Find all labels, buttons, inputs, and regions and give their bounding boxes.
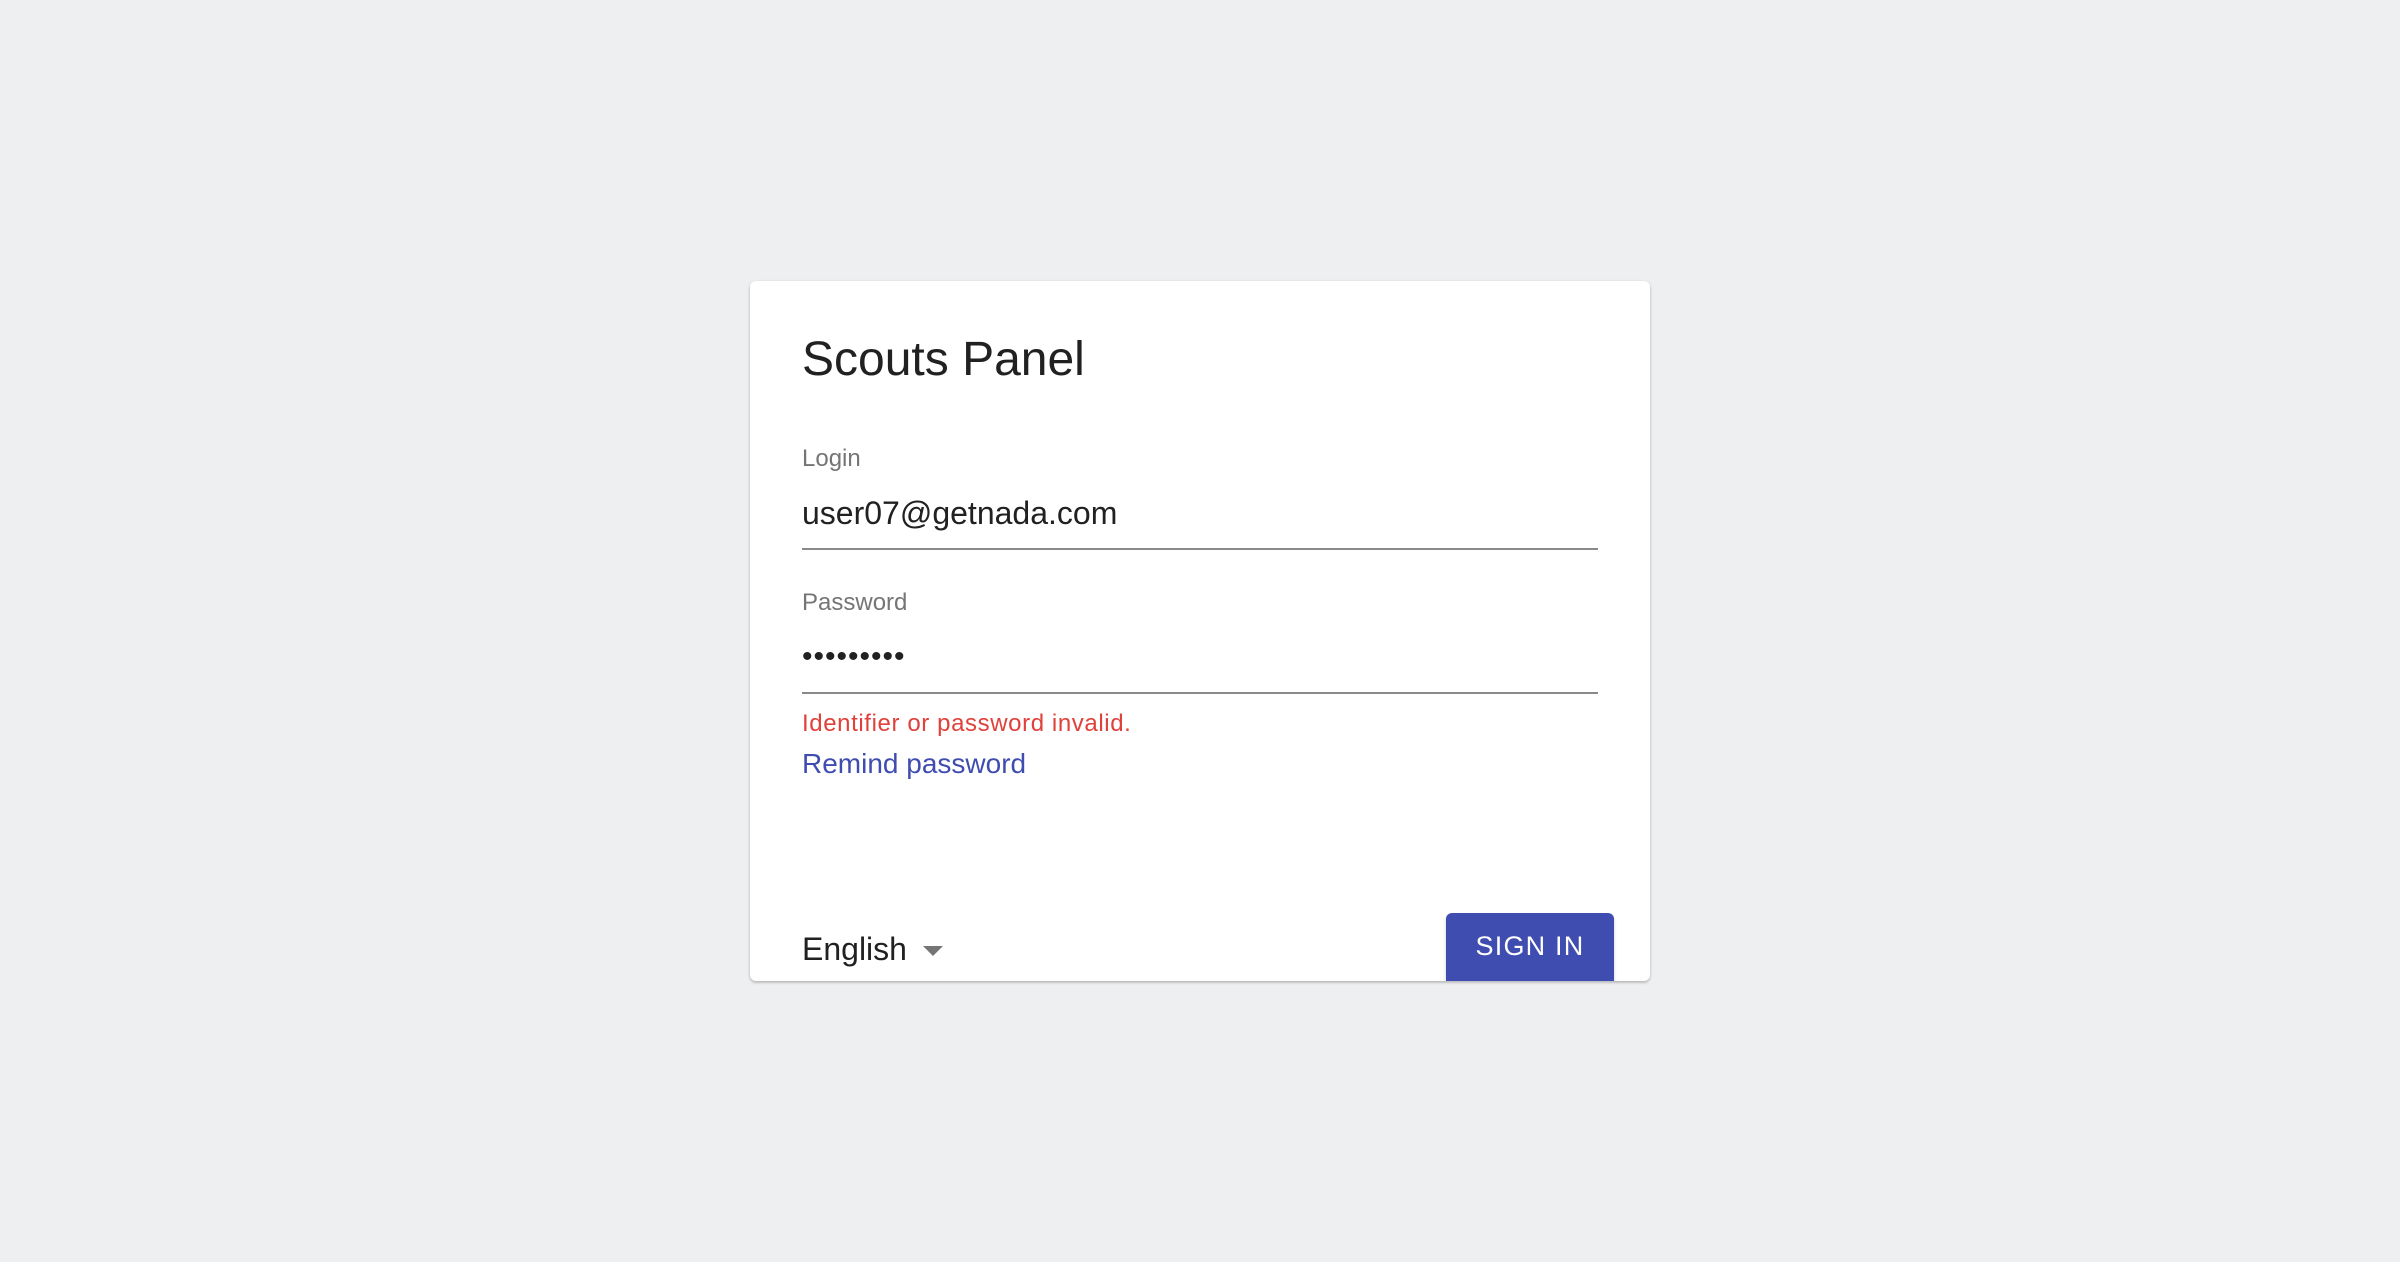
password-field-group: Password — [802, 588, 1598, 694]
login-label: Login — [802, 445, 861, 472]
language-value: English — [802, 931, 907, 967]
login-input[interactable] — [802, 480, 1598, 550]
remind-password-link[interactable]: Remind password — [802, 747, 1026, 781]
password-input[interactable] — [802, 624, 1598, 694]
error-message: Identifier or password invalid. — [802, 710, 1132, 737]
login-field-group: Login — [802, 444, 1598, 550]
caret-down-icon — [922, 946, 943, 956]
login-card: Scouts Panel Login Password Identifier o… — [750, 281, 1650, 981]
language-select[interactable]: English — [802, 929, 943, 969]
page-title: Scouts Panel — [802, 333, 1085, 386]
sign-in-button[interactable]: SIGN IN — [1446, 913, 1614, 981]
password-label: Password — [802, 589, 908, 616]
